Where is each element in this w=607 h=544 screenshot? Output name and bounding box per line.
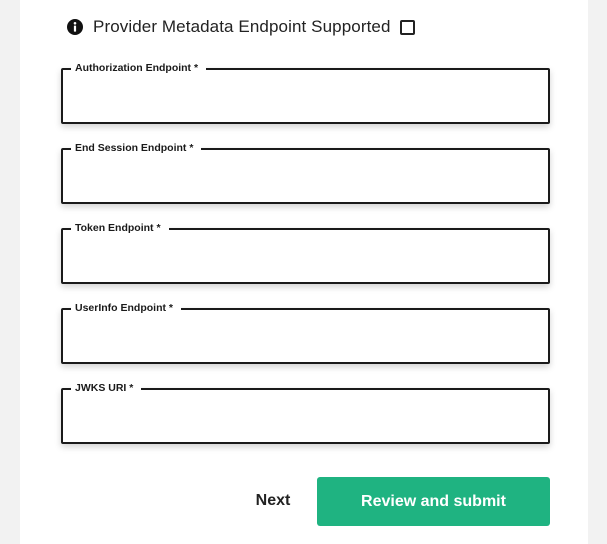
authorization-endpoint-field: Authorization Endpoint * [61,62,550,124]
end-session-endpoint-label: End Session Endpoint * [71,142,202,155]
userinfo-endpoint-label: UserInfo Endpoint * [71,302,181,315]
provider-metadata-label: Provider Metadata Endpoint Supported [93,17,391,36]
end-session-endpoint-input[interactable] [73,166,538,198]
jwks-uri-label: JWKS URI * [71,382,142,395]
jwks-uri-field: JWKS URI * [61,382,550,444]
authorization-endpoint-label: Authorization Endpoint * [71,62,207,75]
review-and-submit-button[interactable]: Review and submit [317,477,550,526]
userinfo-endpoint-field: UserInfo Endpoint * [61,302,550,364]
info-icon [67,19,83,35]
token-endpoint-field: Token Endpoint * [61,222,550,284]
end-session-endpoint-field: End Session Endpoint * [61,142,550,204]
authorization-endpoint-input[interactable] [73,86,538,118]
userinfo-endpoint-input[interactable] [73,326,538,358]
next-button[interactable]: Next [245,485,301,517]
token-endpoint-label: Token Endpoint * [71,222,169,235]
provider-metadata-checkbox[interactable] [399,19,415,35]
jwks-uri-input[interactable] [73,406,538,438]
token-endpoint-input[interactable] [73,246,538,278]
provider-metadata-row: Provider Metadata Endpoint Supported [67,14,415,40]
